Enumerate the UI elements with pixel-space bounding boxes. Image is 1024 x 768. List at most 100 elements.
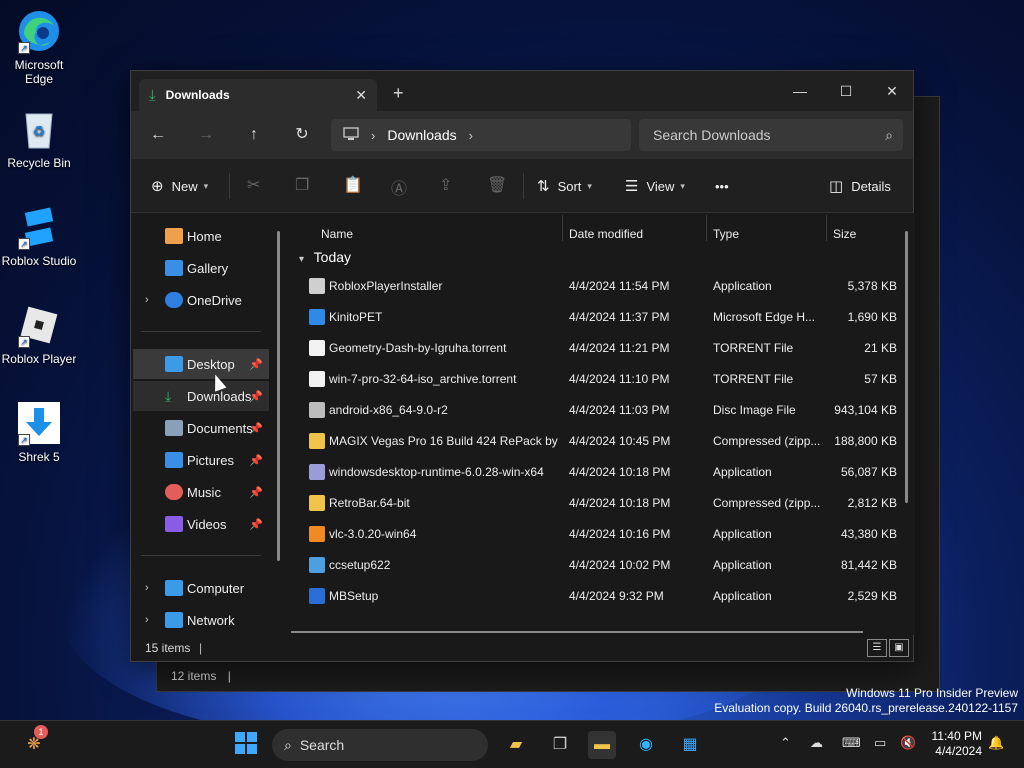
share-icon[interactable]: ⇪ — [439, 175, 452, 195]
file-row[interactable]: RetroBar.64-bit 4/4/2024 10:18 PM Compress… — [301, 488, 901, 519]
sort-button[interactable]: ⇅ Sort ▾ — [537, 175, 592, 197]
chevron-right-icon[interactable]: › — [145, 614, 149, 626]
edge-taskbar-icon[interactable]: ◉ — [632, 731, 660, 759]
search-input[interactable]: Search Downloads ⌕ — [639, 119, 903, 151]
keyboard-icon[interactable]: ⌨ — [842, 735, 861, 751]
sidebar-item-music[interactable]: Music 📌 — [133, 477, 269, 507]
chevron-down-icon: ▾ — [680, 180, 685, 191]
close-window-button[interactable]: ✕ — [869, 77, 915, 105]
file-row[interactable]: android-x86_64-9.0-r2 4/4/2024 11:03 PM Di… — [301, 395, 901, 426]
file-row[interactable]: RobloxPlayerInstaller 4/4/2024 11:54 PM Ap… — [301, 271, 901, 302]
copy-icon[interactable]: ❐ — [295, 175, 309, 195]
breadcrumb-downloads[interactable]: Downloads — [387, 127, 456, 143]
chevron-right-icon[interactable]: › — [145, 582, 149, 594]
breadcrumb-separator[interactable]: › — [371, 128, 375, 143]
desktop-icon-edge[interactable]: ↗ Microsoft Edge — [0, 8, 78, 86]
group-header-today[interactable]: ▾ Today — [299, 249, 351, 265]
view-button[interactable]: ☰ View ▾ — [625, 175, 685, 197]
sidebar-item-desktop[interactable]: Desktop 📌 — [133, 349, 269, 379]
close-tab-button[interactable]: ✕ — [355, 87, 367, 104]
sidebar-item-documents[interactable]: Documents 📌 — [133, 413, 269, 443]
sidebar-item-videos[interactable]: Videos 📌 — [133, 509, 269, 539]
forward-button[interactable]: → — [191, 123, 221, 147]
store-icon[interactable]: ▦ — [676, 731, 704, 759]
sidebar-scrollbar[interactable] — [277, 231, 280, 561]
cut-icon[interactable]: ✂ — [247, 175, 260, 195]
file-row[interactable]: ccsetup622 4/4/2024 10:02 PM Application 81… — [301, 550, 901, 581]
desktop-icon-label: Microsoft Edge — [14, 58, 64, 86]
download-icon: ⤓ — [165, 388, 172, 404]
cloud-icon — [165, 292, 183, 308]
file-explorer-window[interactable]: ⤓ Downloads ✕ + — ☐ ✕ ← → ↑ ↻ › Download… — [130, 70, 915, 662]
delete-icon[interactable]: 🗑 — [487, 175, 507, 195]
sidebar-item-gallery[interactable]: Gallery — [133, 253, 269, 283]
up-button[interactable]: ↑ — [239, 123, 269, 147]
new-button[interactable]: ⊕ New ▾ — [151, 175, 208, 197]
notification-bell-icon[interactable]: 🔔 — [988, 735, 1004, 751]
tiles-view-button[interactable]: ▣ — [889, 639, 909, 657]
file-date: 4/4/2024 11:37 PM — [569, 310, 670, 324]
column-header-date[interactable]: Date modified — [569, 227, 643, 241]
file-row[interactable]: MAGIX Vegas Pro 16 Build 424 RePack by .… — [301, 426, 901, 457]
column-header-type[interactable]: Type — [713, 227, 739, 241]
paste-icon[interactable]: 📋 — [343, 175, 363, 195]
widgets-icon[interactable]: ❋ 1 — [20, 725, 48, 759]
file-list-scrollbar[interactable] — [905, 231, 908, 503]
column-divider[interactable] — [562, 215, 563, 241]
details-view-button[interactable]: ☰ — [867, 639, 887, 657]
preview-app-icon[interactable]: ▰ — [502, 731, 530, 759]
desktop-icon-recycle-bin[interactable]: ♻ Recycle Bin — [0, 106, 78, 170]
breadcrumb-separator[interactable]: › — [469, 128, 473, 143]
file-size: 43,380 KB — [840, 527, 897, 541]
file-row[interactable]: vlc-3.0.20-win64 4/4/2024 10:16 PM Applica… — [301, 519, 901, 550]
file-type: Application — [713, 279, 772, 293]
back-window-status: 12 items | — [171, 669, 231, 683]
column-divider[interactable] — [706, 215, 707, 241]
back-button[interactable]: ← — [143, 123, 173, 147]
sidebar-item-network[interactable]: › Network — [133, 605, 269, 635]
file-row[interactable]: KinitoPET 4/4/2024 11:37 PM Microsoft Edge… — [301, 302, 901, 333]
desktop-icon-roblox-studio[interactable]: ↗ Roblox Studio — [0, 204, 78, 268]
chevron-up-icon[interactable]: ⌃ — [780, 735, 791, 751]
file-type: Application — [713, 558, 772, 572]
file-row[interactable]: MBSetup 4/4/2024 9:32 PM Application 2,529 … — [301, 581, 901, 612]
column-divider[interactable] — [826, 215, 827, 241]
file-row[interactable]: win-7-pro-32-64-iso_archive.torrent 4/4/2… — [301, 364, 901, 395]
desktop-icon-roblox-player[interactable]: ↗ Roblox Player — [0, 302, 78, 366]
more-options-button[interactable]: ••• — [715, 175, 729, 197]
sidebar-item-pictures[interactable]: Pictures 📌 — [133, 445, 269, 475]
network-tray-icon[interactable]: ▭ — [874, 735, 886, 751]
chevron-right-icon[interactable]: › — [145, 294, 149, 306]
cloud-offline-icon[interactable]: ☁ — [810, 735, 823, 751]
file-size: 21 KB — [864, 341, 897, 355]
column-header-name[interactable]: Name — [321, 227, 353, 241]
file-icon — [309, 340, 325, 356]
column-header-size[interactable]: Size — [833, 227, 856, 241]
file-date: 4/4/2024 11:10 PM — [569, 372, 670, 386]
sidebar-item-computer[interactable]: › Computer — [133, 573, 269, 603]
start-button[interactable] — [232, 731, 260, 759]
maximize-button[interactable]: ☐ — [823, 77, 869, 105]
sidebar-item-home[interactable]: Home — [133, 221, 269, 251]
file-date: 4/4/2024 10:45 PM — [569, 434, 671, 448]
file-row[interactable]: windowsdesktop-runtime-6.0.28-win-x64 4/4… — [301, 457, 901, 488]
details-button[interactable]: ◫ Details — [829, 175, 891, 197]
file-explorer-taskbar-icon[interactable]: ▬ — [588, 731, 616, 759]
clock[interactable]: 11:40 PM 4/4/2024 — [926, 729, 982, 759]
file-icon — [309, 402, 325, 418]
minimize-button[interactable]: — — [777, 77, 823, 105]
computer-icon — [165, 580, 183, 596]
sidebar-item-downloads[interactable]: ⤓ Downloads 📌 — [133, 381, 269, 411]
sidebar-item-onedrive[interactable]: › OneDrive — [133, 285, 269, 315]
new-tab-button[interactable]: + — [393, 83, 404, 104]
refresh-button[interactable]: ↻ — [287, 123, 317, 147]
rename-icon[interactable]: Ⓐ — [391, 175, 407, 199]
volume-icon[interactable]: 🔇 — [900, 735, 916, 751]
address-bar[interactable]: › Downloads › — [331, 119, 631, 151]
desktop-icon-shrek5[interactable]: ↗ Shrek 5 — [0, 400, 78, 464]
tab-downloads[interactable]: ⤓ Downloads ✕ — [139, 79, 377, 111]
horizontal-scrollbar[interactable] — [291, 631, 863, 633]
taskbar-search[interactable]: ⌕ Search — [272, 729, 488, 761]
task-view-icon[interactable]: ❐ — [546, 731, 574, 759]
file-row[interactable]: Geometry-Dash-by-Igruha.torrent 4/4/2024 … — [301, 333, 901, 364]
